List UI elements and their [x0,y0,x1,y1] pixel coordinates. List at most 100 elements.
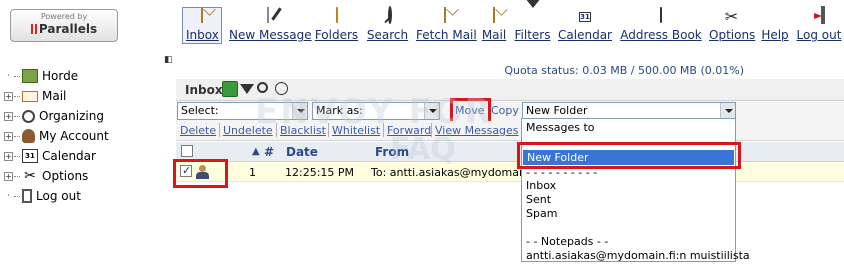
tree-expander[interactable]: + [4,131,13,141]
sidebar-item-options[interactable]: + ✂ Options [4,167,88,185]
toolbar-logout-button[interactable]: Log out [796,6,842,44]
column-header-date[interactable]: Date [286,145,318,159]
sort-ascending-icon[interactable]: ▲ [252,146,260,157]
logo-powered-text: Powered by [40,12,88,21]
delete-link[interactable]: Delete [180,124,216,137]
tree-expander[interactable]: + [4,171,13,181]
compose-icon [259,7,277,26]
horde-icon [22,69,38,83]
envelope-icon [193,7,211,26]
sidebar-item-organizing[interactable]: + Organizing [4,107,104,125]
tree-expander[interactable]: + [4,111,13,121]
organizing-icon [22,109,35,123]
toolbar-inbox-button[interactable]: Inbox [182,7,222,44]
toolbar-filters-label: Filters [514,28,551,42]
toolbar-folders-label: Folders [314,28,359,42]
message-list-header: ▲ # Date From [176,142,844,162]
toolbar-filters-button[interactable]: Filters [514,0,551,44]
tools-icon: ✂ [24,168,36,184]
parallels-logo: Powered by Parallels [10,9,118,42]
account-icon [22,129,35,143]
mail-icon [22,90,38,102]
sidebar-item-label: Options [42,169,89,183]
toolbar-mail-button[interactable]: Mail [481,7,507,44]
sidebar-tree: ◧ · Horde + Mail + Organizing + My Accou… [0,50,176,267]
toolbar-logout-label: Log out [796,28,842,42]
checkbox-highlight-box [173,159,228,188]
folder-dropdown-list: Messages to New Folder - - - - - - - - -… [521,118,750,262]
filter-icon[interactable] [240,84,254,94]
sidebar-item-label: Horde [42,69,79,83]
watermark-text: FAQ [390,132,456,167]
toolbar-search-label: Search [366,28,409,42]
parallels-bars-icon [30,24,37,34]
toolbar-calendar-button[interactable]: 31 Calendar [558,8,612,44]
filter-icon [524,0,542,26]
mailbox-title: Inbox [185,83,223,97]
sidebar-item-my-account[interactable]: + My Account [4,127,109,145]
collapse-sidebar-icon[interactable]: ◧ [164,55,174,65]
calendar-icon: 31 [22,149,38,163]
toolbar-new-message-button[interactable]: New Message [229,7,312,44]
dropdown-option[interactable]: Inbox [526,179,556,192]
mailbox-panel: Quota status: 0.03 MB / 500.00 MB (0.01%… [176,50,844,267]
toolbar-options-label: Options [709,28,756,42]
sidebar-item-label: My Account [39,129,109,143]
logout-icon [810,6,828,26]
logout-icon [22,189,32,203]
dropdown-option[interactable]: antti.asiakas@mydomain.fi:n muistiilista [526,249,750,262]
sidebar-item-label: Log out [36,189,81,203]
toolbar-new-message-label: New Message [229,28,312,42]
toolbar-fetch-mail-button[interactable]: Fetch Mail [416,7,477,44]
toolbar-help-button[interactable]: Help [761,8,789,44]
table-row[interactable]: ✓ 1 12:25:15 PM To: antti.asiakas@mydoma… [176,162,844,182]
folder-icon [328,7,346,26]
copy-link[interactable]: Copy [491,104,519,117]
search-icon [379,6,397,26]
sidebar-item-calendar[interactable]: + 31 Calendar [4,147,96,165]
toolbar-inbox-label: Inbox [186,28,219,42]
tree-expander[interactable]: · [4,191,13,201]
address-book-icon [652,7,670,26]
sidebar-item-label: Mail [42,89,67,103]
toolbar-address-book-button[interactable]: Address Book [620,7,702,44]
logo-brand: Parallels [11,21,117,37]
toolbar-help-label: Help [761,28,789,42]
toolbar-folders-button[interactable]: Folders [314,7,359,44]
sidebar-item-horde[interactable]: · Horde [4,67,78,85]
tools-icon: ✂ [724,7,739,26]
chevron-down-icon[interactable] [720,103,735,119]
new-folder-highlight-box [517,142,741,169]
tree-expander[interactable]: · [4,71,13,81]
dropdown-option: - - Notepads - - [526,235,609,248]
top-toolbar: Powered by Parallels Inbox New Message F… [0,0,844,50]
tree-expander[interactable]: + [4,91,13,101]
toolbar-fetch-mail-label: Fetch Mail [416,28,477,42]
select-all-checkbox[interactable] [181,145,193,157]
toolbar-search-button[interactable]: Search [366,6,409,44]
fetch-mail-icon [436,7,454,26]
mail-icon [485,7,503,26]
logo-brand-text: Parallels [38,22,98,36]
watermark-text: ENVOY FOR [255,92,493,132]
sidebar-item-mail[interactable]: + Mail [4,87,66,105]
message-from[interactable]: To: antti.asiakas@mydomain.fi [371,166,539,179]
quota-status: Quota status: 0.03 MB / 500.00 MB (0.01%… [504,64,744,77]
calendar-icon: 31 [579,12,591,22]
dropdown-option[interactable]: Messages to [526,121,594,134]
toolbar-calendar-label: Calendar [558,28,612,42]
tree-expander[interactable]: + [4,151,13,161]
refresh-icon[interactable] [222,81,238,97]
toolbar-address-book-label: Address Book [620,28,702,42]
help-book-icon [766,8,784,26]
sidebar-item-log-out[interactable]: · Log out [4,187,81,205]
toolbar-options-button[interactable]: ✂ Options [709,7,756,44]
message-date: 12:25:15 PM [285,166,355,179]
column-header-number[interactable]: # [264,145,274,159]
sidebar-item-label: Organizing [39,109,104,123]
sidebar-item-label: Calendar [42,149,96,163]
dropdown-option[interactable]: Spam [526,207,557,220]
dropdown-option[interactable]: Sent [526,193,551,206]
select-dropdown-value: Select: [181,104,219,117]
target-folder-value: New Folder [526,104,588,117]
